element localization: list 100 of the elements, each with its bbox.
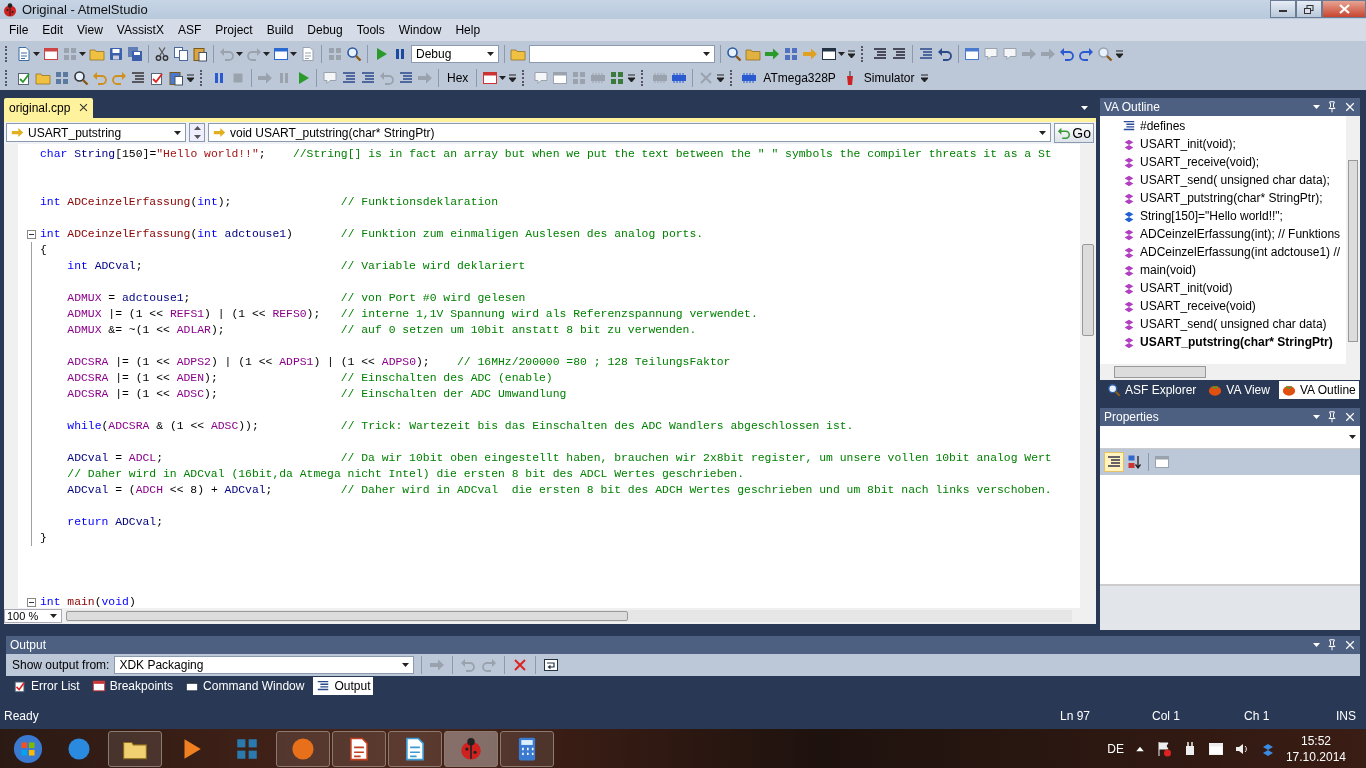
- panel-tab[interactable]: ASF Explorer: [1104, 380, 1200, 399]
- pin-icon[interactable]: [1326, 638, 1338, 651]
- caret-icon[interactable]: [79, 51, 86, 56]
- output-source-dropdown[interactable]: XDK Packaging: [114, 655, 415, 674]
- menu-item[interactable]: Edit: [35, 23, 71, 38]
- panel-tab[interactable]: Output: [313, 676, 374, 695]
- panel-tab[interactable]: VA View: [1205, 380, 1273, 399]
- close-icon[interactable]: [1344, 410, 1356, 423]
- overflow-icon[interactable]: [628, 73, 636, 82]
- vertical-scrollbar[interactable]: [1080, 143, 1096, 624]
- overflow-icon[interactable]: [717, 73, 725, 82]
- outline-item[interactable]: main(void): [1140, 262, 1196, 277]
- caret-icon[interactable]: [236, 51, 243, 56]
- pin-icon[interactable]: [1326, 410, 1338, 423]
- pin-icon[interactable]: [1326, 100, 1338, 113]
- caret-icon[interactable]: [1039, 130, 1047, 135]
- hex-button[interactable]: Hex: [444, 70, 472, 85]
- debugger-button[interactable]: Simulator: [860, 70, 918, 85]
- taskbar-button[interactable]: [108, 730, 162, 767]
- lines-icon[interactable]: [918, 45, 934, 62]
- outline-item[interactable]: USART_send( unsigned char data);: [1140, 172, 1330, 187]
- cut-icon[interactable]: [154, 45, 170, 62]
- lines-icon[interactable]: [360, 69, 376, 86]
- menu-item[interactable]: Debug: [300, 23, 350, 38]
- panel-tab[interactable]: Command Window: [182, 676, 308, 695]
- search-icon[interactable]: [726, 45, 742, 62]
- outline-item[interactable]: USART_receive(void): [1140, 298, 1256, 313]
- menu-item[interactable]: Tools: [349, 23, 392, 38]
- save-icon[interactable]: [108, 45, 124, 62]
- paste-icon[interactable]: [192, 45, 208, 62]
- outline-item[interactable]: USART_send( unsigned char data): [1140, 316, 1327, 331]
- taskbar-button[interactable]: [500, 730, 554, 767]
- word-wrap-icon[interactable]: [543, 656, 560, 673]
- restore-button[interactable]: [1296, 0, 1322, 18]
- flag-icon[interactable]: [1155, 740, 1172, 757]
- window-icon[interactable]: [821, 45, 837, 62]
- horizontal-scrollbar[interactable]: [66, 609, 1072, 622]
- outline-item[interactable]: USART_init(void): [1140, 280, 1233, 295]
- save-all-icon[interactable]: [127, 45, 143, 62]
- outline-item[interactable]: ADCeinzelErfassung(int); // Funktions: [1140, 226, 1341, 241]
- menu-item[interactable]: Window: [391, 23, 449, 38]
- copy-icon[interactable]: [173, 45, 189, 62]
- member-dropdown[interactable]: void USART_putstring(char* StringPtr): [208, 123, 1052, 143]
- outline-item[interactable]: USART_receive(void);: [1140, 154, 1260, 169]
- collapse-icon[interactable]: [27, 229, 36, 239]
- sort-icon[interactable]: [1127, 453, 1143, 470]
- caret-icon[interactable]: [499, 75, 507, 80]
- lines-icon[interactable]: [130, 69, 146, 86]
- overflow-icon[interactable]: [187, 73, 194, 82]
- window-icon[interactable]: [1207, 740, 1224, 757]
- caret-icon[interactable]: [703, 51, 710, 56]
- grid-icon[interactable]: [783, 45, 799, 62]
- collapse-icon[interactable]: [27, 597, 36, 607]
- outline-item[interactable]: USART_putstring(char* StringPtr);: [1140, 190, 1323, 205]
- caret-icon[interactable]: [1313, 414, 1320, 419]
- caret-icon[interactable]: [487, 51, 494, 56]
- caret-icon[interactable]: [1313, 104, 1320, 109]
- menu-item[interactable]: Project: [208, 23, 260, 38]
- outline-item[interactable]: USART_init(void);: [1140, 136, 1236, 151]
- menu-item[interactable]: VAssistX: [109, 23, 171, 38]
- outline-item[interactable]: String[150]="Hello world!!";: [1140, 208, 1283, 223]
- caret-icon[interactable]: [1313, 642, 1320, 647]
- overflow-icon[interactable]: [920, 73, 928, 82]
- paste-icon[interactable]: [168, 69, 184, 86]
- caret-icon[interactable]: [174, 130, 181, 135]
- lines-icon[interactable]: [341, 69, 357, 86]
- menu-item[interactable]: Build: [259, 23, 301, 38]
- caret-icon[interactable]: [290, 51, 297, 56]
- close-icon[interactable]: [1344, 100, 1356, 113]
- zoom-dropdown[interactable]: 100 %: [4, 608, 62, 623]
- panel-tab[interactable]: VA Outline: [1278, 380, 1359, 399]
- menu-item[interactable]: File: [2, 23, 36, 38]
- clock[interactable]: 15:52 17.10.2014: [1285, 733, 1346, 764]
- lines-icon[interactable]: [891, 45, 907, 62]
- object-dropdown[interactable]: [1100, 425, 1360, 449]
- spin-button[interactable]: [189, 123, 205, 143]
- menu-item[interactable]: ASF: [170, 23, 209, 38]
- search-icon[interactable]: [1097, 45, 1113, 62]
- caret-icon[interactable]: [263, 51, 270, 56]
- outline-item[interactable]: USART_putstring(char* StringPtr): [1140, 334, 1333, 349]
- close-button[interactable]: [1322, 0, 1366, 18]
- search-icon[interactable]: [346, 45, 362, 62]
- caret-icon[interactable]: [1081, 105, 1088, 110]
- language-indicator[interactable]: DE: [1107, 741, 1124, 756]
- go-button[interactable]: Go: [1054, 122, 1094, 143]
- menu-item[interactable]: Help: [448, 23, 488, 38]
- document-icon[interactable]: [16, 45, 32, 62]
- caret-icon[interactable]: [1349, 434, 1356, 439]
- panel-tab[interactable]: Breakpoints: [88, 676, 177, 695]
- caret-icon[interactable]: [33, 51, 40, 56]
- configuration-dropdown[interactable]: Debug: [411, 44, 499, 63]
- caret-icon[interactable]: [50, 613, 57, 618]
- panel-tab[interactable]: Error List: [10, 676, 83, 695]
- overflow-icon[interactable]: [848, 49, 855, 58]
- overflow-icon[interactable]: [509, 73, 517, 82]
- outline-item[interactable]: #defines: [1140, 118, 1186, 133]
- scope-dropdown[interactable]: USART_putstring: [6, 123, 186, 143]
- caret-icon[interactable]: [838, 51, 845, 56]
- search-icon[interactable]: [73, 69, 89, 86]
- lines-icon[interactable]: [872, 45, 888, 62]
